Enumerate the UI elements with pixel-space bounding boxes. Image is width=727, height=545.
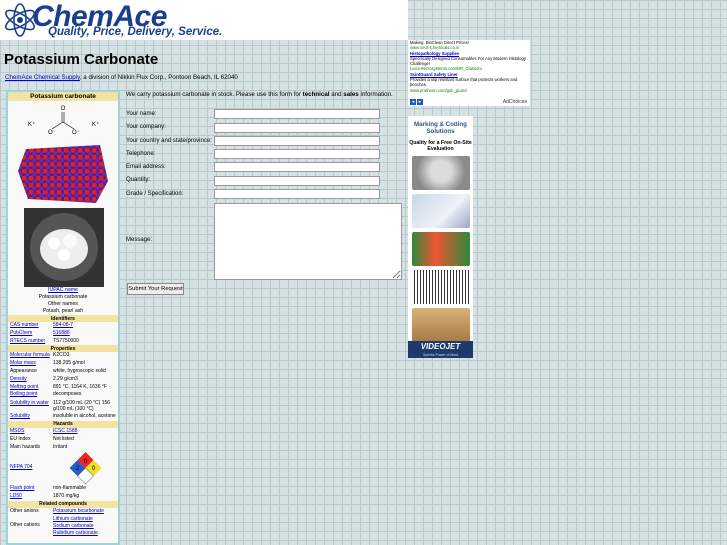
videojet-banner-ad[interactable]: Marking & Coding Solutions Quality for a…	[408, 116, 473, 358]
company-label: Your company:	[126, 124, 166, 130]
grade-label: Grade / Specification:	[126, 191, 184, 197]
table-row: Other anions Potassium bicarbonate	[10, 507, 104, 514]
adchoices-label[interactable]: AdChoices	[503, 99, 527, 105]
nfpa-diamond-icon: 0 2 0	[69, 452, 102, 485]
svg-text:O⁻: O⁻	[72, 130, 80, 136]
quantity-label: Quantity:	[126, 177, 151, 183]
iupac-link[interactable]: IUPAC name	[48, 287, 78, 293]
brand-subline: Sprinks Power of Mind	[422, 353, 458, 357]
product-photo-1	[411, 156, 470, 190]
svg-text:O: O	[61, 106, 66, 112]
email-field[interactable]	[214, 162, 380, 172]
phone-field[interactable]	[214, 149, 380, 159]
next-arrow-icon[interactable]: ▸	[417, 99, 423, 105]
table-row: Density 2.29 g/cm3	[10, 375, 78, 382]
name-label: Your name:	[126, 111, 157, 117]
site-header: ChemAce Quality, Price, Delivery, Servic…	[0, 0, 408, 40]
table-row: CAS number 584-08-7	[10, 322, 74, 328]
company-line: ChemAce Chemical Supply, a division of N…	[5, 74, 238, 81]
company-link[interactable]: ChemAce Chemical Supply	[5, 74, 80, 81]
ad-headline: Marking & Coding Solutions	[414, 121, 467, 135]
table-row: Molar mass 138.205 g/mol	[10, 360, 85, 367]
table-row: Appearance white, hygroscopic solid	[10, 367, 106, 374]
nfpa-row: NFPA 704 0 2 0	[8, 451, 118, 485]
chembox: Potassium carbonate O O⁻ O⁻ K⁺ K⁺ IUPAC na…	[6, 90, 120, 545]
company-field[interactable]	[214, 123, 380, 133]
form-intro: We carry potassium carbonate in stock. P…	[126, 91, 393, 98]
product-photo-4	[411, 270, 470, 304]
product-photo-2	[411, 194, 470, 228]
product-photo-5	[411, 308, 470, 342]
tagline: Quality, Price, Delivery, Service.	[48, 26, 223, 38]
powder-photo	[24, 208, 104, 287]
message-label: Message:	[126, 237, 153, 243]
svg-text:K⁺: K⁺	[28, 121, 35, 128]
properties-header: Properties	[8, 345, 118, 353]
ad-subline: Quality for a Free On-Site Evaluation	[409, 140, 472, 152]
company-address: , a division of Nikkin Flux Corp., Ponto…	[79, 74, 238, 81]
table-row: PubChem 516886	[10, 329, 70, 336]
related-header: Related compounds	[8, 500, 118, 508]
table-row: MSDS ICSC 1588	[10, 427, 78, 434]
hazards-header: Hazards	[8, 420, 118, 428]
message-field[interactable]	[214, 203, 402, 280]
svg-text:O⁻: O⁻	[48, 130, 56, 136]
country-label: Your country and state/province:	[126, 138, 212, 144]
table-row: Solubility insoluble in alcohol, acetone	[10, 413, 116, 420]
other-names-value: Potash, pearl ash	[42, 308, 84, 314]
crystal-structure-image	[18, 145, 108, 203]
grade-field[interactable]	[214, 189, 380, 199]
table-row: Solubility in water 112 g/100 mL (20 °C) …	[10, 400, 111, 413]
table-row: EU Index Not listed	[10, 435, 74, 442]
text-ad-block: Making. BioClean Direct Prices! www.SAS-…	[408, 40, 530, 106]
table-row: LD50 1870 mg/kg	[10, 493, 80, 500]
iupac-value: Potassium carbonate	[38, 294, 88, 300]
quantity-field[interactable]	[214, 176, 380, 186]
table-row: RTECS number TS7750000	[10, 337, 79, 344]
email-label: Email address:	[126, 164, 166, 170]
page-title: Potassium Carbonate	[4, 51, 159, 68]
country-field[interactable]	[214, 136, 380, 146]
submit-button[interactable]: Submit Your Request	[127, 283, 184, 295]
identifiers-header: Identifiers	[8, 315, 118, 322]
phone-label: Telephone:	[126, 151, 156, 157]
chembox-title: Potassium carbonate	[8, 92, 118, 101]
request-form: We carry potassium carbonate in stock. P…	[126, 91, 406, 295]
structure-diagram-icon: O O⁻ O⁻ K⁺ K⁺	[28, 106, 99, 136]
table-row: Other cations Lithium carbonate Sodium ca…	[10, 515, 98, 536]
table-row: Main hazards Irritant	[10, 443, 68, 450]
other-names-label: Other names	[48, 301, 78, 307]
prev-arrow-icon[interactable]: ◂	[410, 99, 416, 105]
table-row: Molecular formula K2CO3	[10, 352, 70, 359]
table-row: Boiling point decomposes	[10, 391, 82, 398]
table-row: Melting point 891 °C, 1164 K, 1636 °F	[10, 383, 107, 390]
name-field[interactable]	[214, 109, 380, 119]
table-row: Flash point non-flammable	[10, 485, 87, 492]
svg-text:K⁺: K⁺	[92, 121, 99, 128]
product-photo-3	[411, 232, 470, 266]
